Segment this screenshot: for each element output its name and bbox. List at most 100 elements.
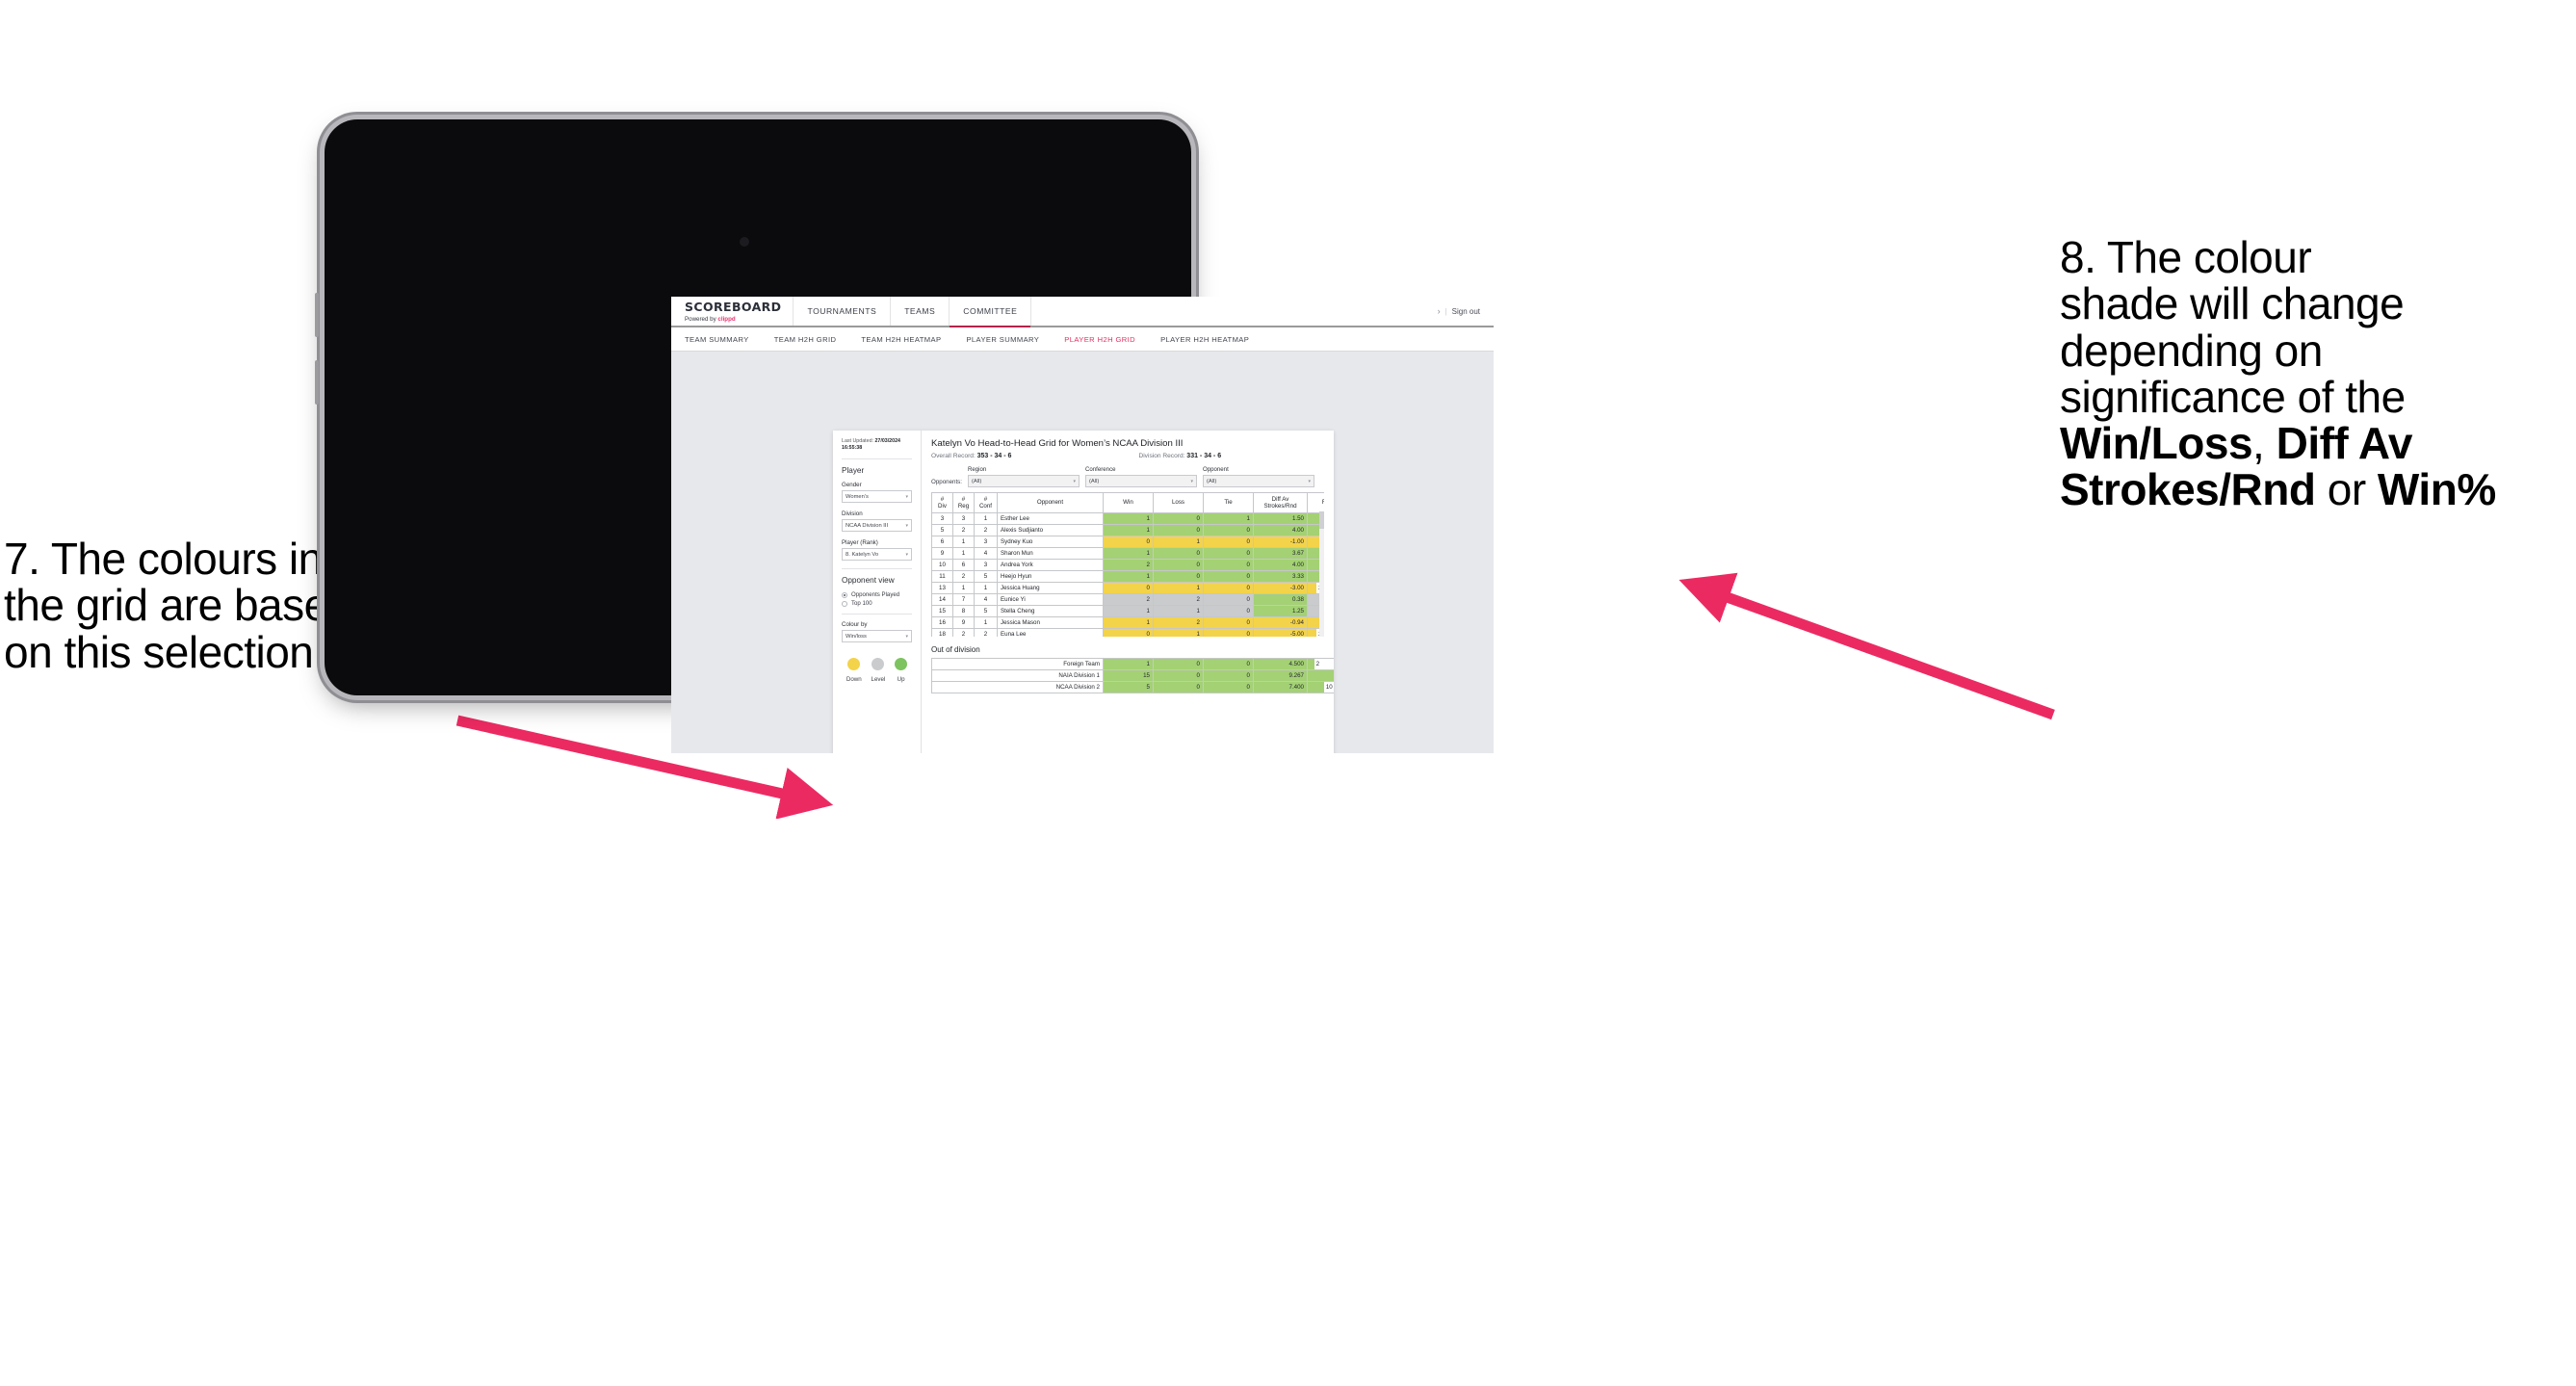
rounds-bar-cell: 10 bbox=[1307, 681, 1334, 693]
divider-3 bbox=[842, 614, 912, 615]
h2h-table-head: # Div # Reg # Conf Opponent Win Loss Tie Di… bbox=[931, 492, 1324, 513]
annotation-right-line-1: 8. The colour bbox=[2060, 232, 2312, 282]
table-row[interactable]: 1474Eunice Yi2200.389 bbox=[931, 593, 1324, 606]
table-scrollbar-track[interactable] bbox=[1319, 511, 1324, 637]
conference-select[interactable]: (All) ▾ bbox=[1085, 475, 1197, 487]
radio-top-100[interactable]: Top 100 bbox=[842, 600, 912, 607]
col-div: # Div bbox=[931, 492, 953, 513]
opponent-name: Esther Lee bbox=[997, 512, 1104, 525]
nav-tab-tournaments[interactable]: TOURNAMENTS bbox=[794, 297, 892, 326]
opponent-name: Stella Cheng bbox=[997, 605, 1104, 617]
region-value: (All) bbox=[972, 478, 982, 484]
h2h-table-container[interactable]: # Div # Reg # Conf Opponent Win Loss Tie Di… bbox=[931, 492, 1324, 637]
player-rank-label: Player (Rank) bbox=[842, 539, 878, 547]
visualization-card: Last Updated: 27/03/2024 16:55:38 Player… bbox=[833, 431, 1334, 753]
overall-record-label: Overall Record: bbox=[931, 453, 977, 459]
overall-record: Overall Record: 353 - 34 - 6 bbox=[931, 453, 1011, 459]
player-rank-filter: Player (Rank) 8. Katelyn Vo ▾ bbox=[842, 539, 912, 562]
table-row[interactable]: NCAA Division 2 5 0 0 7.400 10 bbox=[931, 681, 1334, 693]
col-tie: Tie bbox=[1203, 492, 1254, 513]
opponent-filters-row: Opponents: Region (All) ▾ Conference (Al… bbox=[931, 466, 1324, 487]
table-row[interactable]: 1125Heejo Hyun1003.333 bbox=[931, 570, 1324, 583]
col-diff: Diff Av Strokes/Rnd bbox=[1253, 492, 1308, 513]
radio-unselected-icon bbox=[842, 600, 847, 607]
opponent-name: Andrea York bbox=[997, 559, 1104, 571]
colour-legend: Down Level Up bbox=[842, 658, 912, 683]
annotation-bold-winloss: Win/Loss bbox=[2060, 418, 2253, 469]
brand-logo: SCOREBOARD Powered by clippd bbox=[671, 297, 794, 326]
chevron-down-icon: ▾ bbox=[1190, 478, 1193, 484]
subnav-item-player-h2h-grid[interactable]: PLAYER H2H GRID bbox=[1064, 335, 1135, 344]
last-updated-label: Last Updated: bbox=[842, 438, 875, 444]
opponent-label: Opponent bbox=[1203, 466, 1229, 473]
brand-tagline-accent: clippd bbox=[717, 315, 736, 323]
rounds-value: 10 bbox=[1325, 684, 1333, 691]
opponent-value: (All) bbox=[1207, 478, 1217, 484]
brand-tagline: Powered by clippd bbox=[685, 316, 781, 323]
table-row[interactable]: NAIA Division 115009.26730 bbox=[931, 669, 1334, 682]
legend-item-down: Down bbox=[846, 658, 862, 683]
header-divider: | bbox=[1444, 306, 1447, 316]
rounds-value: 2 bbox=[1315, 661, 1320, 667]
h2h-table: # Div # Reg # Conf Opponent Win Loss Tie Di… bbox=[931, 492, 1324, 637]
region-filter: Region (All) ▾ bbox=[968, 466, 1080, 487]
sub-nav: TEAM SUMMARY TEAM H2H GRID TEAM H2H HEAT… bbox=[671, 327, 1494, 352]
chevron-right-icon[interactable]: › bbox=[1438, 306, 1441, 316]
opponent-name: Jessica Mason bbox=[997, 616, 1104, 629]
sign-out-link[interactable]: Sign out bbox=[1452, 307, 1480, 316]
chevron-down-icon: ▾ bbox=[905, 551, 908, 558]
header-right-controls: › | Sign out bbox=[1438, 297, 1494, 326]
annotation-right-line-4: significance of the bbox=[2060, 371, 2406, 422]
subnav-item-player-summary[interactable]: PLAYER SUMMARY bbox=[966, 335, 1039, 344]
rounds-bar-cell: 30 bbox=[1307, 669, 1334, 682]
table-row[interactable]: 1691Jessica Mason120-0.947 bbox=[931, 616, 1324, 629]
legend-label-up: Up bbox=[897, 676, 905, 684]
chevron-down-icon: ▾ bbox=[905, 633, 908, 640]
table-row[interactable]: 914Sharon Mun1003.673 bbox=[931, 547, 1324, 560]
subnav-item-player-h2h-heatmap[interactable]: PLAYER H2H HEATMAP bbox=[1160, 335, 1249, 344]
player-rank-select[interactable]: 8. Katelyn Vo ▾ bbox=[842, 548, 912, 562]
annotation-right-line-3: depending on bbox=[2060, 325, 2323, 376]
division-select[interactable]: NCAA Division III ▾ bbox=[842, 519, 912, 533]
subnav-item-team-summary[interactable]: TEAM SUMMARY bbox=[685, 335, 749, 344]
divider-2 bbox=[842, 568, 912, 570]
radio-opponents-played[interactable]: Opponents Played bbox=[842, 591, 912, 598]
page-title: Katelyn Vo Head-to-Head Grid for Women’s… bbox=[931, 438, 1184, 449]
rounds-bar-fill bbox=[1308, 682, 1324, 693]
opponent-select[interactable]: (All) ▾ bbox=[1203, 475, 1314, 487]
opponent-name: Eunice Yi bbox=[997, 593, 1104, 606]
out-of-division-table: Foreign Team 1 0 0 4.500 2 NAIA Division 1 15 0 0… bbox=[931, 658, 1334, 693]
opponent-name: Sharon Mun bbox=[997, 547, 1104, 560]
table-row[interactable]: 1311Jessica Huang010-3.002 bbox=[931, 582, 1324, 594]
table-row[interactable]: Foreign Team 1 0 0 4.500 2 bbox=[931, 658, 1334, 670]
region-select[interactable]: (All) ▾ bbox=[968, 475, 1080, 487]
table-row[interactable]: 331Esther Lee1011.504 bbox=[931, 512, 1324, 525]
opponents-label: Opponents: bbox=[931, 479, 962, 485]
subnav-item-team-h2h-grid[interactable]: TEAM H2H GRID bbox=[774, 335, 837, 344]
annotation-sep-2: or bbox=[2315, 464, 2378, 515]
nav-tab-committee[interactable]: COMMITTEE bbox=[950, 297, 1032, 327]
workspace: Last Updated: 27/03/2024 16:55:38 Player… bbox=[671, 352, 1494, 753]
division-record: Division Record: 331 - 34 - 6 bbox=[1138, 453, 1221, 459]
legend-swatch-level bbox=[872, 658, 885, 671]
nav-tab-teams[interactable]: TEAMS bbox=[891, 297, 950, 326]
table-row[interactable]: 1063Andrea York2004.004 bbox=[931, 559, 1324, 571]
h2h-header-row: # Div # Reg # Conf Opponent Win Loss Tie Di… bbox=[931, 492, 1324, 513]
legend-swatch-down bbox=[847, 658, 861, 671]
radio-top-100-label: Top 100 bbox=[851, 600, 872, 608]
divider-1 bbox=[842, 458, 912, 460]
chevron-down-icon: ▾ bbox=[905, 522, 908, 529]
colour-by-select[interactable]: Win/loss ▾ bbox=[842, 630, 912, 643]
opponent-name: Sydney Kuo bbox=[997, 536, 1104, 548]
gender-select[interactable]: Women’s ▾ bbox=[842, 490, 912, 504]
rounds-bar-fill bbox=[1308, 583, 1317, 593]
table-row[interactable]: 1585Stella Cheng1101.254 bbox=[931, 605, 1324, 617]
table-row[interactable]: 613Sydney Kuo010-1.003 bbox=[931, 536, 1324, 548]
table-row[interactable]: 522Alexis Sudjianto1004.003 bbox=[931, 524, 1324, 536]
subnav-item-team-h2h-heatmap[interactable]: TEAM H2H HEATMAP bbox=[861, 335, 941, 344]
table-row[interactable]: 1822Euna Lee010-5.002 bbox=[931, 628, 1324, 637]
opponent-name: Foreign Team bbox=[931, 658, 1104, 670]
colour-by-label: Colour by bbox=[842, 621, 868, 629]
player-section-title: Player bbox=[842, 466, 865, 476]
table-scrollbar-thumb[interactable] bbox=[1319, 511, 1324, 529]
